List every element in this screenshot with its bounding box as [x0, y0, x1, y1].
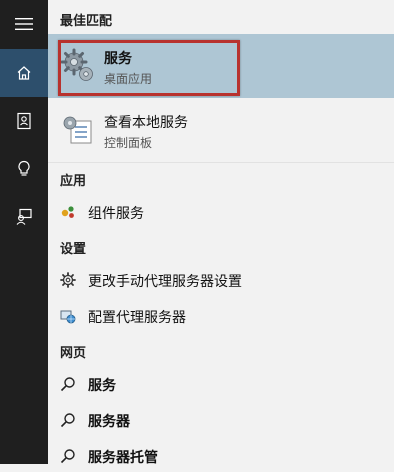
lightbulb-button[interactable]: [0, 145, 48, 193]
notebook-button[interactable]: [0, 97, 48, 145]
app-item-label: 组件服务: [88, 206, 144, 222]
search-results-panel: 最佳匹配 服务 桌面应用 查看本地服务 控制面板 应用 组件服务 设置 更改手动…: [48, 0, 394, 466]
home-button[interactable]: [0, 49, 48, 97]
control-panel-services-icon: [63, 116, 92, 144]
component-services-icon: [61, 206, 74, 218]
left-rail: [0, 0, 48, 464]
home-icon: [17, 66, 31, 80]
divider: [48, 162, 394, 163]
red-highlight-box: [58, 40, 240, 96]
menu-button[interactable]: [0, 0, 48, 48]
lightbulb-icon: [18, 160, 30, 176]
section-web: 网页: [60, 346, 87, 361]
feedback-icon: [16, 208, 32, 225]
section-best-match: 最佳匹配: [60, 14, 113, 29]
web-item-label: 服务器托管: [88, 450, 158, 466]
section-apps: 应用: [60, 174, 87, 189]
web-item[interactable]: 服务: [48, 368, 394, 400]
hamburger-menu-icon: [15, 18, 33, 30]
web-item[interactable]: 服务器: [48, 404, 394, 436]
settings-item-label: 配置代理服务器: [88, 310, 186, 326]
settings-item-configure-proxy[interactable]: 配置代理服务器: [48, 300, 394, 332]
result-title: 查看本地服务: [104, 115, 188, 131]
search-icon: [60, 413, 75, 428]
web-item[interactable]: 服务器托管: [48, 440, 394, 472]
gear-icon: [60, 272, 76, 288]
feedback-button[interactable]: [0, 193, 48, 241]
web-item-label: 服务器: [88, 414, 130, 430]
section-settings: 设置: [60, 242, 87, 257]
search-icon: [60, 377, 75, 392]
app-item-component-services[interactable]: 组件服务: [48, 196, 394, 228]
settings-item-label: 更改手动代理服务器设置: [88, 274, 242, 290]
search-icon: [60, 449, 75, 464]
notebook-icon: [17, 112, 31, 130]
network-globe-icon: [60, 310, 76, 324]
result-subtitle: 控制面板: [104, 136, 153, 150]
settings-item-proxy-manual[interactable]: 更改手动代理服务器设置: [48, 264, 394, 296]
result-view-local-services[interactable]: 查看本地服务 控制面板: [48, 104, 394, 156]
web-item-label: 服务: [88, 378, 116, 394]
